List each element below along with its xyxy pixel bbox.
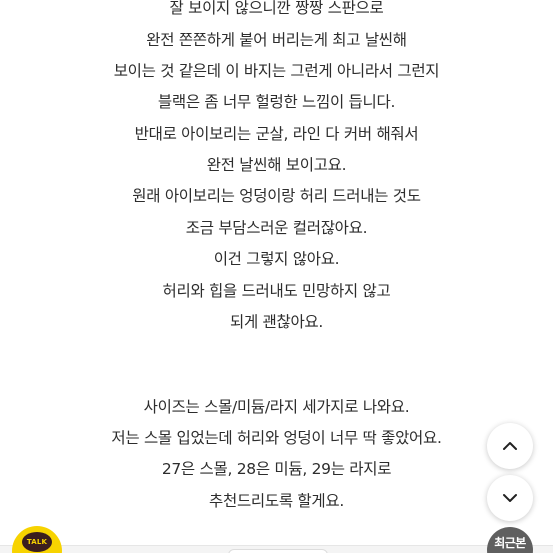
kakaotalk-icon: TALK xyxy=(22,532,52,552)
review-text-line: 완전 날씬해 보이고요. xyxy=(206,156,347,174)
review-text-line: 블랙은 좀 너무 헐렁한 느낌이 듭니다. xyxy=(157,93,396,111)
review-text-line: 반대로 아이보리는 군살, 라인 다 커버 해줘서 xyxy=(134,125,419,143)
review-text-line: 저는 스몰 입었는데 허리와 엉덩이 너무 딱 좋았어요. xyxy=(111,429,442,447)
review-text-line: 허리와 힙을 드러내도 민망하지 않고 xyxy=(162,282,391,300)
scroll-up-button[interactable] xyxy=(487,423,533,469)
review-text-line: 원래 아이보리는 엉덩이랑 허리 드러내는 것도 xyxy=(132,187,421,205)
review-text-line: 27은 스몰, 28은 미듐, 29는 라지로 xyxy=(161,460,392,478)
review-content: 잘 보이지 않으니깐 짱짱 스판으로 완전 쫀쫀하게 붙어 버리는게 최고 날씬… xyxy=(0,0,553,553)
chevron-down-icon xyxy=(503,494,517,502)
review-text-line: 조금 부담스러운 컬러잖아요. xyxy=(185,219,368,237)
review-text-line: 사이즈는 스몰/미듐/라지 세가지로 나와요. xyxy=(143,398,410,416)
review-text-line: 완전 쫀쫀하게 붙어 버리는게 최고 날씬해 xyxy=(146,31,407,49)
kakaotalk-label: TALK xyxy=(26,538,48,546)
review-text-line: 추천드리도록 할게요. xyxy=(209,492,344,510)
review-text-line: 잘 보이지 않으니깐 짱짱 스판으로 xyxy=(169,0,384,17)
scroll-down-button[interactable] xyxy=(487,475,533,521)
chevron-up-icon xyxy=(503,442,517,450)
review-text-line: 되게 괜찮아요. xyxy=(229,313,323,331)
bottom-bar-handle[interactable] xyxy=(228,549,328,553)
recently-viewed-label: 최근본 xyxy=(494,536,526,550)
review-text-line: 이건 그렇지 않아요. xyxy=(213,250,340,268)
review-text-line: 보이는 것 같은데 이 바지는 그런게 아니라서 그런지 xyxy=(113,62,440,80)
